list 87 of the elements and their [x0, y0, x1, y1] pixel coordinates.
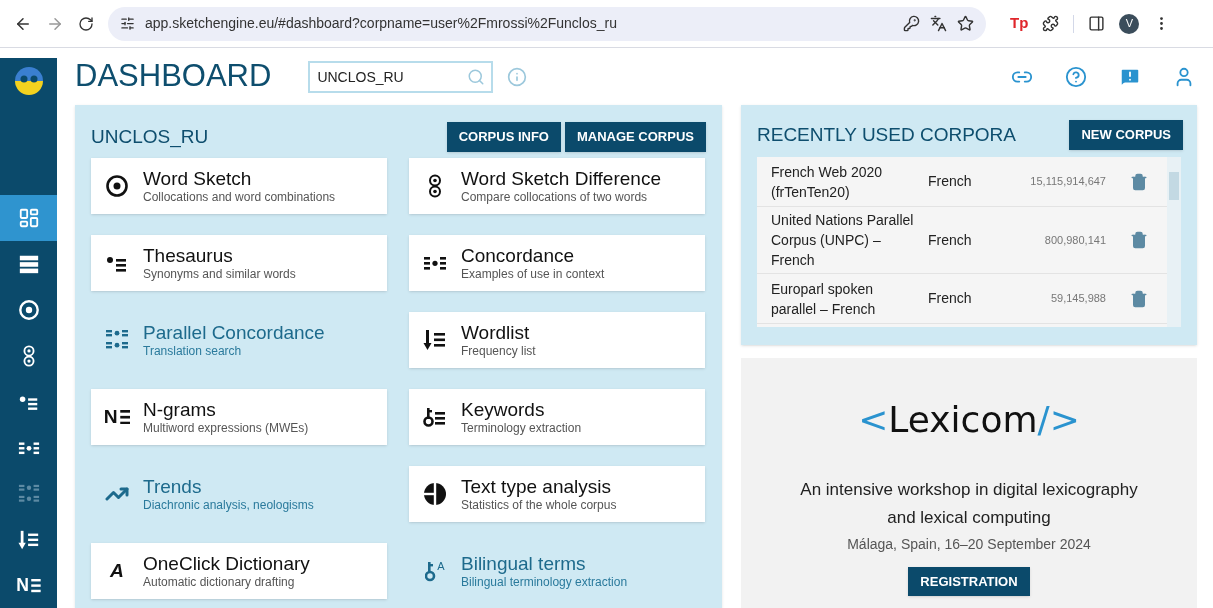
tool-card[interactable]: Trends Diachronic analysis, neologisms [91, 466, 387, 522]
page-title: DASHBOARD [75, 57, 272, 96]
tool-description: Multiword expressions (MWEs) [143, 421, 309, 437]
tool-title: Wordlist [461, 320, 531, 345]
dashboard-icon [17, 207, 40, 229]
banner-details: Málaga, Spain, 16–20 September 2024 [847, 535, 1091, 554]
tool-card[interactable]: Word Sketch Difference Compare collocations of two words [409, 158, 705, 214]
tool-description: Examples of use in context [461, 267, 605, 283]
tool-card[interactable]: A OneClick Dictionary Automatic dictionary drafting [91, 543, 387, 599]
tool-title: Trends [143, 474, 203, 499]
tool-title: Thesaurus [143, 243, 234, 268]
reload-icon[interactable] [78, 15, 94, 32]
tool-description: Diachronic analysis, neologisms [143, 498, 314, 514]
tool-title: OneClick Dictionary [143, 551, 310, 576]
tool-card[interactable]: Concordance Examples of use in context [409, 235, 705, 291]
tool-title: N-grams [143, 397, 217, 422]
star-icon[interactable] [957, 15, 974, 32]
corpus-size: 15,115,914,647 [1029, 174, 1106, 190]
tool-description: Compare collocations of two words [461, 190, 649, 206]
url-text: app.sketchengine.eu/#dashboard?corpname=user%2Fmrossi%2Funclos_ru [145, 14, 618, 33]
tool-card[interactable]: Word Sketch Collocations and word combinations [91, 158, 387, 214]
tool-description: Terminology extraction [461, 421, 582, 437]
extension-icon[interactable]: Tp [1010, 12, 1029, 35]
key-icon[interactable] [903, 15, 920, 32]
sidebar-item[interactable]: N [0, 563, 57, 608]
corpus-language: French [928, 289, 973, 308]
tool-title: Word Sketch Difference [461, 166, 661, 191]
tool-description: Synonyms and similar words [143, 267, 296, 283]
tool-description: Statistics of the whole corpus [461, 498, 617, 514]
tool-title: Word Sketch [143, 166, 253, 191]
tool-title: Bilingual terms [461, 551, 587, 576]
corpus-name: Europarl spoken parallel – French [770, 279, 877, 319]
corpus-name: French Web 2020 (frTenTen20) [770, 162, 884, 202]
corpus-button[interactable]: MANAGE CORPUS [565, 122, 706, 152]
lexicom-logo: <Lexicom/> [858, 402, 1080, 438]
tool-card[interactable]: Keywords Terminology extraction [409, 389, 705, 445]
delete-icon[interactable] [1130, 172, 1148, 191]
tool-description: Translation search [143, 344, 243, 360]
corpus-size: 800,980,141 [1043, 232, 1106, 248]
corpus-row[interactable]: French Web 2020 (frTenTen20) French 15,115,914,647 [757, 157, 1167, 207]
tool-card[interactable]: Thesaurus Synonyms and similar words [91, 235, 387, 291]
corpus-search-field[interactable]: UNCLOS_RU [308, 60, 494, 93]
help-icon[interactable] [1065, 65, 1087, 88]
tool-description: Automatic dictionary drafting [143, 575, 296, 591]
sort-list-icon [423, 328, 447, 352]
list-icon [17, 253, 40, 275]
side-panel-icon[interactable] [1088, 15, 1106, 32]
tool-title: Keywords [461, 397, 546, 422]
tool-card[interactable]: A Bilingual terms Bilingual terminology extraction [409, 543, 705, 599]
tool-card[interactable]: Parallel Concordance Translation search [91, 312, 387, 368]
registration-button[interactable]: REGISTRATION [908, 567, 1030, 596]
target-icon [105, 174, 129, 198]
tool-card[interactable]: Text type analysis Statistics of the whole corpus [409, 466, 705, 522]
corpus-language: French [928, 172, 973, 191]
corpus-row[interactable]: United Nations Parallel Corpus (UNPC) – French French 800,980,141 [757, 207, 1167, 274]
tool-title: Parallel Concordance [143, 320, 325, 345]
parallel-concordance-icon [17, 483, 40, 505]
pie-icon [423, 482, 447, 506]
tool-description: Frequency list [461, 344, 536, 360]
corpus-size: 59,145,988 [1049, 291, 1106, 307]
tool-description: Bilingual terminology extraction [461, 575, 628, 591]
corpus-row[interactable]: Europarl spoken parallel – French French 59,145,988 [757, 274, 1167, 324]
sort-list-icon [17, 529, 40, 551]
letter-icon: A [110, 561, 124, 581]
target-icon [17, 299, 40, 321]
puzzle-icon[interactable] [1042, 15, 1060, 32]
address-bar[interactable]: app.sketchengine.eu/#dashboard?corpname=user%2Fmrossi%2Funclos_ru [108, 6, 986, 41]
new-corpus-button[interactable]: NEW CORPUS [1069, 120, 1183, 150]
tool-title: Concordance [461, 243, 576, 268]
panel-title: RECENTLY USED CORPORA [757, 122, 1016, 147]
corpus-title: UNCLOS_RU [91, 124, 209, 150]
profile-avatar[interactable]: V [1119, 13, 1140, 34]
corpus-language: French [928, 230, 973, 250]
corpus-name: United Nations Parallel Corpus (UNPC) – French [770, 211, 915, 270]
tool-card[interactable]: N N-grams Multiword expressions (MWEs) [91, 389, 387, 445]
translate-icon[interactable] [930, 15, 947, 32]
tool-title: Text type analysis [461, 474, 612, 499]
banner-text: An intensive workshop in digital lexicography and lexical computing [799, 479, 1139, 529]
delete-icon[interactable] [1130, 289, 1148, 308]
key-list-icon [423, 405, 447, 429]
tool-description: Collocations and word combinations [143, 190, 336, 206]
delete-icon[interactable] [1130, 231, 1148, 249]
site-info-icon[interactable] [120, 16, 135, 31]
tool-card[interactable]: Wordlist Frequency list [409, 312, 705, 368]
logo-icon [13, 66, 44, 96]
scrollbar[interactable] [1167, 157, 1181, 327]
corpus-button[interactable]: CORPUS INFO [446, 122, 561, 152]
